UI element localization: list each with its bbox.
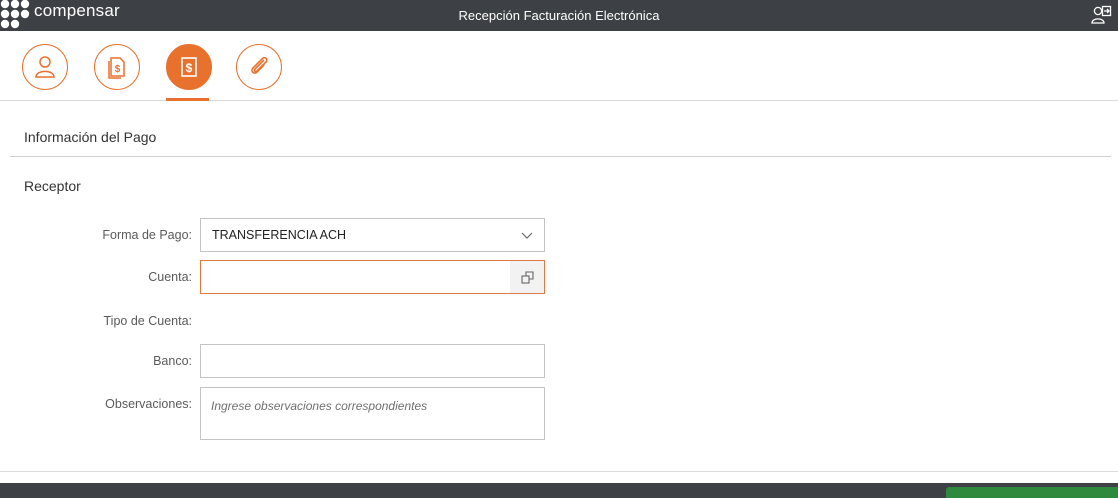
cuenta-label: Cuenta: [148, 270, 192, 284]
banco-input[interactable] [200, 344, 545, 378]
active-step-indicator [166, 98, 209, 101]
section-divider [10, 156, 1111, 157]
cuenta-input[interactable] [200, 260, 545, 294]
forma-pago-label: Forma de Pago: [102, 228, 192, 242]
wizard-steps: $ $ [0, 31, 1118, 101]
observaciones-label: Observaciones: [105, 397, 192, 411]
top-bar: compensar Recepción Facturación Electrón… [0, 0, 1118, 31]
value-help-button[interactable] [510, 261, 544, 293]
step-invoice[interactable]: $ [94, 44, 140, 90]
compensar-logo-icon [0, 0, 30, 29]
user-logout-icon[interactable] [1090, 4, 1112, 26]
banco-label: Banco: [153, 354, 192, 368]
svg-text:$: $ [186, 61, 193, 75]
svg-text:$: $ [115, 64, 121, 75]
invoice-dollar-icon: $ [108, 57, 125, 79]
observaciones-placeholder: Ingrese observaciones correspondientes [211, 399, 428, 413]
forma-pago-value: TRANSFERENCIA ACH [212, 228, 347, 242]
paperclip-icon [251, 56, 268, 74]
compensar-logo: compensar [0, 0, 120, 31]
payment-dollar-icon: $ [181, 57, 197, 77]
step-user[interactable] [22, 44, 68, 90]
forma-pago-select[interactable]: TRANSFERENCIA ACH [200, 218, 545, 252]
page-title: Recepción Facturación Electrónica [458, 8, 660, 23]
footer-action-button[interactable] [946, 487, 1118, 498]
brand-name: compensar [34, 0, 120, 20]
observaciones-textarea[interactable]: Ingrese observaciones correspondientes [200, 387, 545, 440]
section-title: Información del Pago [24, 129, 157, 145]
bottom-divider [0, 471, 1118, 472]
step-attachments[interactable] [236, 44, 282, 90]
subsection-title: Receptor [24, 178, 81, 194]
tipo-cuenta-label: Tipo de Cuenta: [103, 314, 192, 328]
user-icon [35, 56, 55, 78]
step-payment[interactable]: $ [166, 44, 212, 90]
chevron-down-icon [521, 232, 533, 239]
value-help-icon [520, 270, 534, 284]
